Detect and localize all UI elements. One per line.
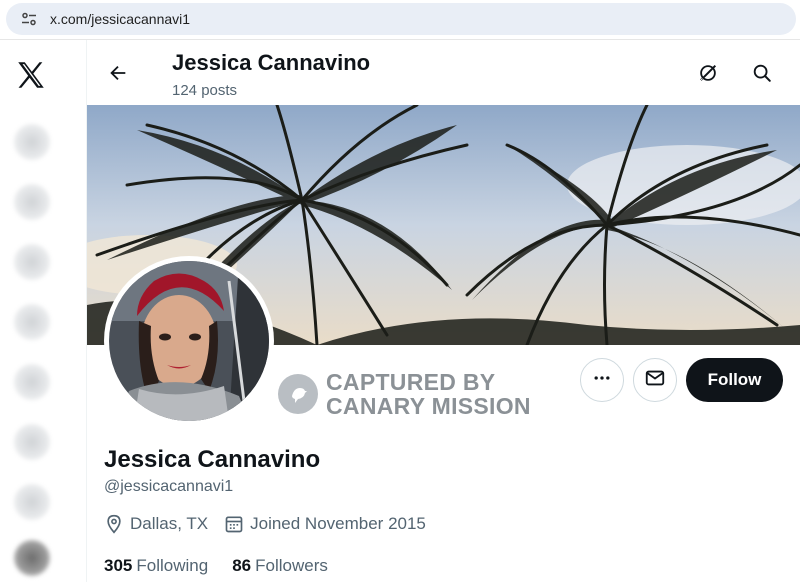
followers-label: Followers [255,556,328,575]
tune-icon[interactable] [16,6,42,32]
profile-avatar[interactable] [104,256,274,426]
joined-item: Joined November 2015 [224,514,426,534]
following-link[interactable]: 305 Following [104,556,208,576]
canary-bird-icon [278,374,318,414]
header-name: Jessica Cannavino [172,50,371,75]
browser-address-bar: x.com/jessicacannavi1 [0,0,800,40]
profile-meta: Dallas, TX Joined November 2015 [104,514,442,534]
profile-header: Jessica Cannavino 124 posts [87,40,800,105]
profile-name: Jessica Cannavino [104,446,321,473]
mail-icon [644,367,666,394]
arrow-left-icon[interactable] [103,58,133,88]
message-button[interactable] [633,358,677,402]
left-navigation [0,40,72,582]
post-count: 124 posts [172,82,238,99]
nav-item-lists[interactable] [14,424,50,460]
search-icon[interactable] [747,58,777,88]
nav-item-home[interactable] [14,124,50,160]
joined-text: Joined November 2015 [250,514,426,533]
following-label: Following [136,556,209,575]
following-count: 305 [104,556,133,575]
follow-button[interactable]: Follow [686,358,783,402]
calendar-icon [225,516,243,533]
profile-stats: 305 Following 86 Followers [104,556,352,576]
location-icon [107,514,121,534]
avatar-photo [109,261,269,421]
grok-icon[interactable] [693,58,723,88]
canary-mission-watermark: CAPTURED BY CANARY MISSION [278,370,531,418]
location-item: Dallas, TX [104,514,208,534]
nav-item-profile[interactable] [14,540,50,576]
nav-item-explore[interactable] [14,184,50,220]
location-text: Dallas, TX [130,514,209,533]
url-field[interactable]: x.com/jessicacannavi1 [6,3,796,35]
url-text: x.com/jessicacannavi1 [50,11,191,27]
more-button[interactable] [580,358,624,402]
nav-item-messages[interactable] [14,304,50,340]
canary-line-1: CAPTURED BY [326,369,496,395]
nav-item-notifications[interactable] [14,244,50,280]
nav-item-bookmarks[interactable] [14,484,50,520]
nav-item-grok[interactable] [14,364,50,400]
canary-line-2: CANARY MISSION [326,393,531,419]
profile-handle: @jessicacannavi1 [104,478,234,495]
canary-text: CAPTURED BY CANARY MISSION [326,370,531,418]
more-icon [592,368,612,393]
x-logo-icon[interactable] [14,58,48,92]
followers-count: 86 [232,556,252,575]
followers-link[interactable]: 86 Followers [232,556,328,576]
